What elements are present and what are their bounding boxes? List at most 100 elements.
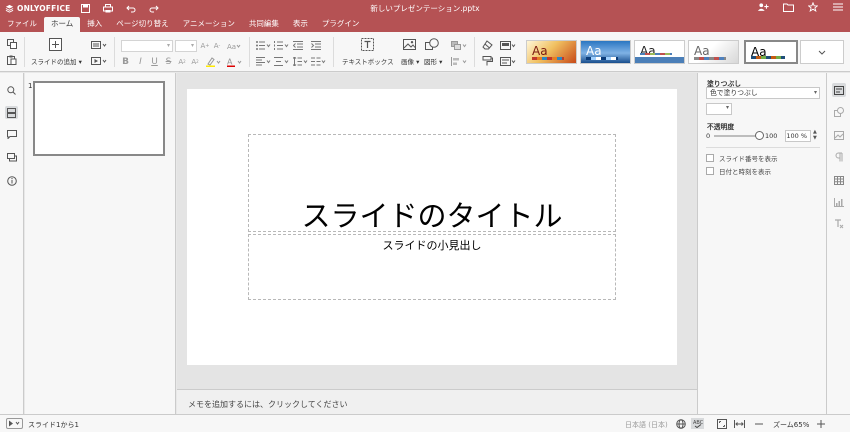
opacity-spinner[interactable]: ▲ ▼: [813, 129, 817, 141]
add-slide-icon[interactable]: [48, 37, 62, 51]
slide-thumbnail[interactable]: [33, 81, 165, 156]
theme-option[interactable]: Aa: [526, 40, 577, 64]
copy-style-icon[interactable]: [481, 56, 493, 66]
opacity-slider-track[interactable]: [714, 135, 758, 137]
theme-option[interactable]: Aa: [688, 40, 739, 64]
tab-file[interactable]: ファイル: [0, 17, 44, 32]
chat-icon[interactable]: [5, 151, 18, 164]
vertical-align-icon[interactable]: [274, 56, 289, 66]
font-color-icon[interactable]: A: [226, 56, 242, 67]
themes-more-button[interactable]: [800, 40, 844, 64]
slide-canvas[interactable]: スライドのタイトル スライドの小見出し: [187, 89, 677, 365]
fill-color-picker[interactable]: ▾: [706, 103, 732, 115]
image-icon[interactable]: [402, 38, 416, 51]
search-icon[interactable]: [5, 84, 18, 97]
chart-settings-icon[interactable]: [832, 195, 846, 209]
tab-animation[interactable]: アニメーション: [176, 17, 242, 32]
table-settings-icon[interactable]: [832, 173, 846, 187]
redo-icon[interactable]: [149, 4, 160, 14]
play-slideshow-button[interactable]: [6, 418, 23, 429]
title-placeholder[interactable]: スライドのタイトル: [248, 134, 616, 235]
decrease-font-icon[interactable]: A-: [212, 40, 222, 51]
zoom-level[interactable]: ズーム65%: [773, 420, 809, 430]
columns-icon[interactable]: [311, 56, 326, 66]
speaker-notes[interactable]: メモを追加するには、クリックしてください: [177, 389, 697, 414]
strikethrough-icon[interactable]: S: [164, 56, 173, 67]
tab-home[interactable]: ホーム: [44, 17, 81, 32]
bold-icon[interactable]: B: [121, 56, 130, 67]
undo-icon[interactable]: [126, 4, 136, 14]
language-indicator[interactable]: 日本語 (日本): [625, 420, 668, 430]
opacity-input[interactable]: 100 %: [785, 130, 811, 142]
font-size-select[interactable]: ▾: [175, 40, 197, 52]
paragraph-settings-icon[interactable]: [832, 150, 846, 164]
zoom-in-icon[interactable]: [815, 418, 826, 429]
fill-type-select[interactable]: 色で塗りつぶし ▾: [706, 87, 820, 99]
increase-font-icon[interactable]: A +: [200, 40, 210, 51]
print-icon[interactable]: [103, 4, 114, 14]
subscript-icon[interactable]: A2: [190, 56, 200, 67]
show-slide-number-row[interactable]: スライド番号を表示: [706, 153, 778, 163]
theme-option[interactable]: Aa: [634, 40, 685, 64]
slide-settings-icon[interactable]: [832, 83, 846, 97]
text-box-icon[interactable]: [360, 37, 374, 51]
fit-width-icon[interactable]: [734, 418, 745, 429]
tab-collaboration[interactable]: 共同編集: [242, 17, 286, 32]
image-settings-icon[interactable]: [832, 128, 846, 142]
horizontal-align-icon[interactable]: [256, 56, 271, 66]
theme-option-selected[interactable]: Aa: [744, 40, 798, 64]
italic-icon[interactable]: I: [136, 56, 145, 67]
favorite-star-icon[interactable]: [807, 1, 819, 13]
highlight-color-icon[interactable]: [206, 56, 221, 67]
paste-icon[interactable]: [6, 55, 18, 65]
slide-subtitle[interactable]: スライドの小見出し: [249, 237, 615, 253]
tab-transitions[interactable]: ページ切り替え: [109, 17, 175, 32]
copy-icon[interactable]: [6, 39, 18, 49]
theme-option[interactable]: Aa: [580, 40, 631, 64]
language-globe-icon[interactable]: [675, 418, 686, 429]
increase-indent-icon[interactable]: [311, 40, 321, 50]
start-slideshow-icon[interactable]: [90, 56, 108, 66]
change-case-icon[interactable]: Aa: [226, 40, 242, 51]
subtitle-placeholder[interactable]: スライドの小見出し: [248, 234, 616, 300]
show-date-time-checkbox[interactable]: [706, 167, 714, 175]
show-date-time-row[interactable]: 日付と時刻を表示: [706, 166, 771, 176]
align-shape-icon[interactable]: [450, 56, 468, 66]
slide-size-icon[interactable]: [500, 40, 517, 50]
decrease-indent-icon[interactable]: [293, 40, 303, 50]
numbering-icon[interactable]: [274, 40, 289, 50]
share-user-icon[interactable]: [757, 1, 769, 13]
font-name-select[interactable]: ▾: [121, 40, 173, 52]
shape-settings-icon[interactable]: [832, 105, 846, 119]
slide-title[interactable]: スライドのタイトル: [249, 193, 615, 235]
superscript-icon[interactable]: A2: [177, 56, 187, 67]
notes-placeholder[interactable]: メモを追加するには、クリックしてください: [188, 399, 348, 410]
shape-icon[interactable]: [425, 38, 439, 51]
zoom-out-icon[interactable]: [753, 418, 764, 429]
save-icon[interactable]: [80, 4, 90, 14]
text-box-button[interactable]: テキストボックス: [342, 56, 394, 66]
shape-button[interactable]: 図形 ▾: [424, 56, 442, 66]
opacity-slider-handle[interactable]: [755, 131, 764, 140]
show-slide-number-checkbox[interactable]: [706, 154, 714, 162]
arrange-icon[interactable]: [450, 40, 468, 50]
bullets-icon[interactable]: [256, 40, 271, 50]
underline-icon[interactable]: U: [150, 56, 159, 67]
tab-plugins[interactable]: プラグイン: [315, 17, 367, 32]
color-scheme-icon[interactable]: [500, 56, 517, 66]
text-art-settings-icon[interactable]: [832, 217, 846, 231]
clear-style-icon[interactable]: [481, 40, 493, 50]
comments-icon[interactable]: [5, 128, 18, 141]
fit-slide-icon[interactable]: [716, 418, 727, 429]
menu-hamburger-icon[interactable]: [832, 1, 844, 13]
add-slide-button[interactable]: スライドの追加 ▾: [31, 56, 82, 66]
tab-view[interactable]: 表示: [286, 17, 315, 32]
tab-insert[interactable]: 挿入: [80, 17, 109, 32]
spellcheck-icon[interactable]: ABC: [691, 418, 704, 429]
slides-panel-icon[interactable]: [5, 106, 18, 119]
about-info-icon[interactable]: [5, 174, 18, 187]
slide-layout-icon[interactable]: [90, 40, 108, 50]
line-spacing-icon[interactable]: [293, 56, 308, 66]
open-folder-icon[interactable]: [782, 1, 794, 13]
image-button[interactable]: 画像 ▾: [401, 56, 419, 66]
